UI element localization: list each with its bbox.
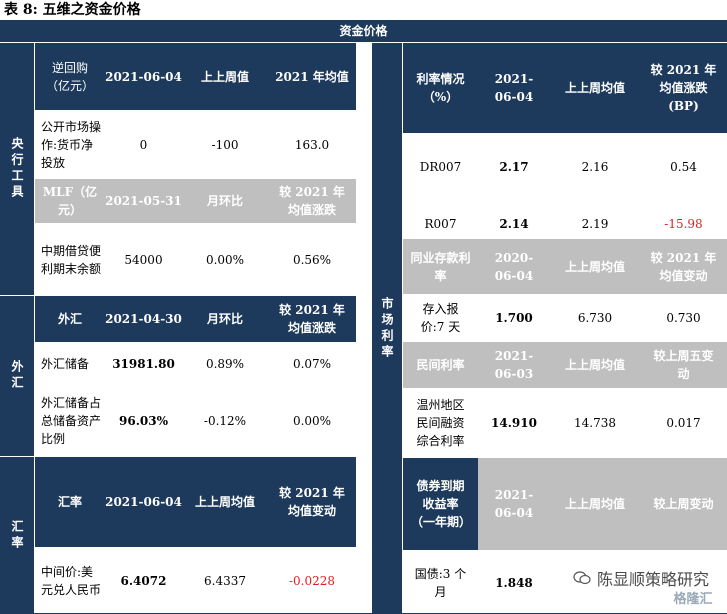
row-label-mlf-balance: 中期借贷便利期末余额 (35, 224, 105, 295)
row-label-usd-cny: 中间价:美元兑人民币 (35, 548, 105, 614)
group-label-forex: 外汇 (0, 296, 34, 456)
table-title: 资金价格 (0, 20, 727, 42)
col-prev-week-avg: 上上周均值 (550, 239, 640, 294)
row-label-forex-reserve: 外汇储备 (35, 343, 105, 384)
cell-value: -100 (182, 111, 268, 178)
col-date: 2021-06-03 (478, 342, 550, 388)
col-date: 2021-06-04 (478, 458, 550, 550)
cell-value-negative: -0.0228 (268, 548, 356, 614)
cell-value: 0.56% (268, 224, 356, 295)
col-date: 2021-06-04 (105, 43, 182, 110)
col-interbank-deposit: 同业存款利率 (403, 239, 478, 294)
cell-value: 2.16 (550, 134, 640, 200)
cell-value: 0.017 (640, 389, 727, 457)
col-prev-week-avg: 上上周均值 (550, 43, 640, 133)
col-vs-yearly-avg: 较 2021 年均值涨跌 (268, 179, 356, 223)
row-label-wenzhou-rate: 温州地区民间融资综合利率 (403, 389, 478, 457)
col-mom: 月环比 (182, 179, 268, 223)
cell-value: 0 (105, 111, 182, 178)
cell-value: 0.00% (182, 224, 268, 295)
col-rate: 利率情况（%） (403, 43, 478, 133)
column-gutter (357, 43, 371, 614)
cell-value: 2.17 (478, 134, 550, 200)
cell-value: 0.730 (640, 295, 727, 341)
row-label-treasury-3m: 国债:3 个月 (403, 551, 478, 614)
col-yearly-avg: 2021 年均值 (268, 43, 356, 110)
col-prev-week-avg: 上上周均值 (550, 458, 640, 550)
col-forex: 外汇 (35, 296, 105, 342)
cell-value: 31981.80 (105, 343, 182, 384)
cell-value: 96.03% (105, 385, 182, 456)
col-prev-week: 上上周值 (182, 43, 268, 110)
col-date: 2021-06-04 (105, 457, 182, 547)
cell-value: 54000 (105, 224, 182, 295)
col-prev-week-avg: 上上周均值 (182, 457, 268, 547)
wechat-icon (573, 571, 591, 585)
cell-value: 14.738 (550, 389, 640, 457)
col-bond-yield: 债券到期收益率（一年期） (403, 458, 478, 550)
cell-value: 6.4337 (182, 548, 268, 614)
cell-value: 1.700 (478, 295, 550, 341)
col-vs-yearly-avg: 较 2021 年均值涨跌 (268, 296, 356, 342)
group-label-exchange-rate: 汇率 (0, 457, 34, 614)
cell-value: 0.00% (268, 385, 356, 456)
col-date: 2021-04-30 (105, 296, 182, 342)
col-prev-week-avg: 上上周均值 (550, 342, 640, 388)
group-label-central-bank: 央行工具 (0, 43, 34, 295)
cell-value: 0.89% (182, 343, 268, 384)
table-caption: 表 8: 五维之资金价格 (4, 2, 141, 18)
row-label-dr007: DR007 (403, 134, 478, 200)
col-vs-yearly-avg: 较 2021 年均值变动 (268, 457, 356, 547)
col-exchange-rate: 汇率 (35, 457, 105, 547)
col-mom: 月环比 (182, 296, 268, 342)
cell-value: 6.4072 (105, 548, 182, 614)
cell-value: 1.848 (478, 551, 550, 614)
col-date: 2021-06-04 (478, 43, 550, 133)
col-vs-yearly-avg: 较 2021 年均值变动 (640, 239, 727, 294)
col-vs-yearly-avg-bp: 较 2021 年均值涨跌 (BP) (640, 43, 727, 133)
row-label-open-market: 公开市场操作:货币净投放 (35, 111, 105, 178)
col-date: 2020-06-04 (478, 239, 550, 294)
row-label-forex-share: 外汇储备占总储备资产比例 (35, 385, 105, 456)
cell-value: 14.910 (478, 389, 550, 457)
watermark-badge: 格隆汇 (673, 591, 713, 607)
col-date: 2021-05-31 (105, 179, 182, 223)
cell-value: 0.07% (268, 343, 356, 384)
cell-value: 6.730 (550, 295, 640, 341)
capital-price-table: 资金价格 央行工具 外汇 汇率 逆回购（亿元） 2021-06-04 上上周值 … (0, 20, 727, 614)
col-vs-last-week: 较上周变动 (640, 458, 727, 550)
col-reverse-repo: 逆回购（亿元） (35, 43, 105, 110)
cell-value: 0.54 (640, 134, 727, 200)
col-vs-last-friday: 较上周五变动 (640, 342, 727, 388)
group-label-market-rate: 市场利率 (372, 43, 402, 614)
col-mlf: MLF（亿元） (35, 179, 105, 223)
cell-value: -0.12% (182, 385, 268, 456)
row-label-deposit-7d: 存入报价:7 天 (403, 295, 478, 341)
cell-value: 163.0 (268, 111, 356, 178)
col-private-rate: 民间利率 (403, 342, 478, 388)
